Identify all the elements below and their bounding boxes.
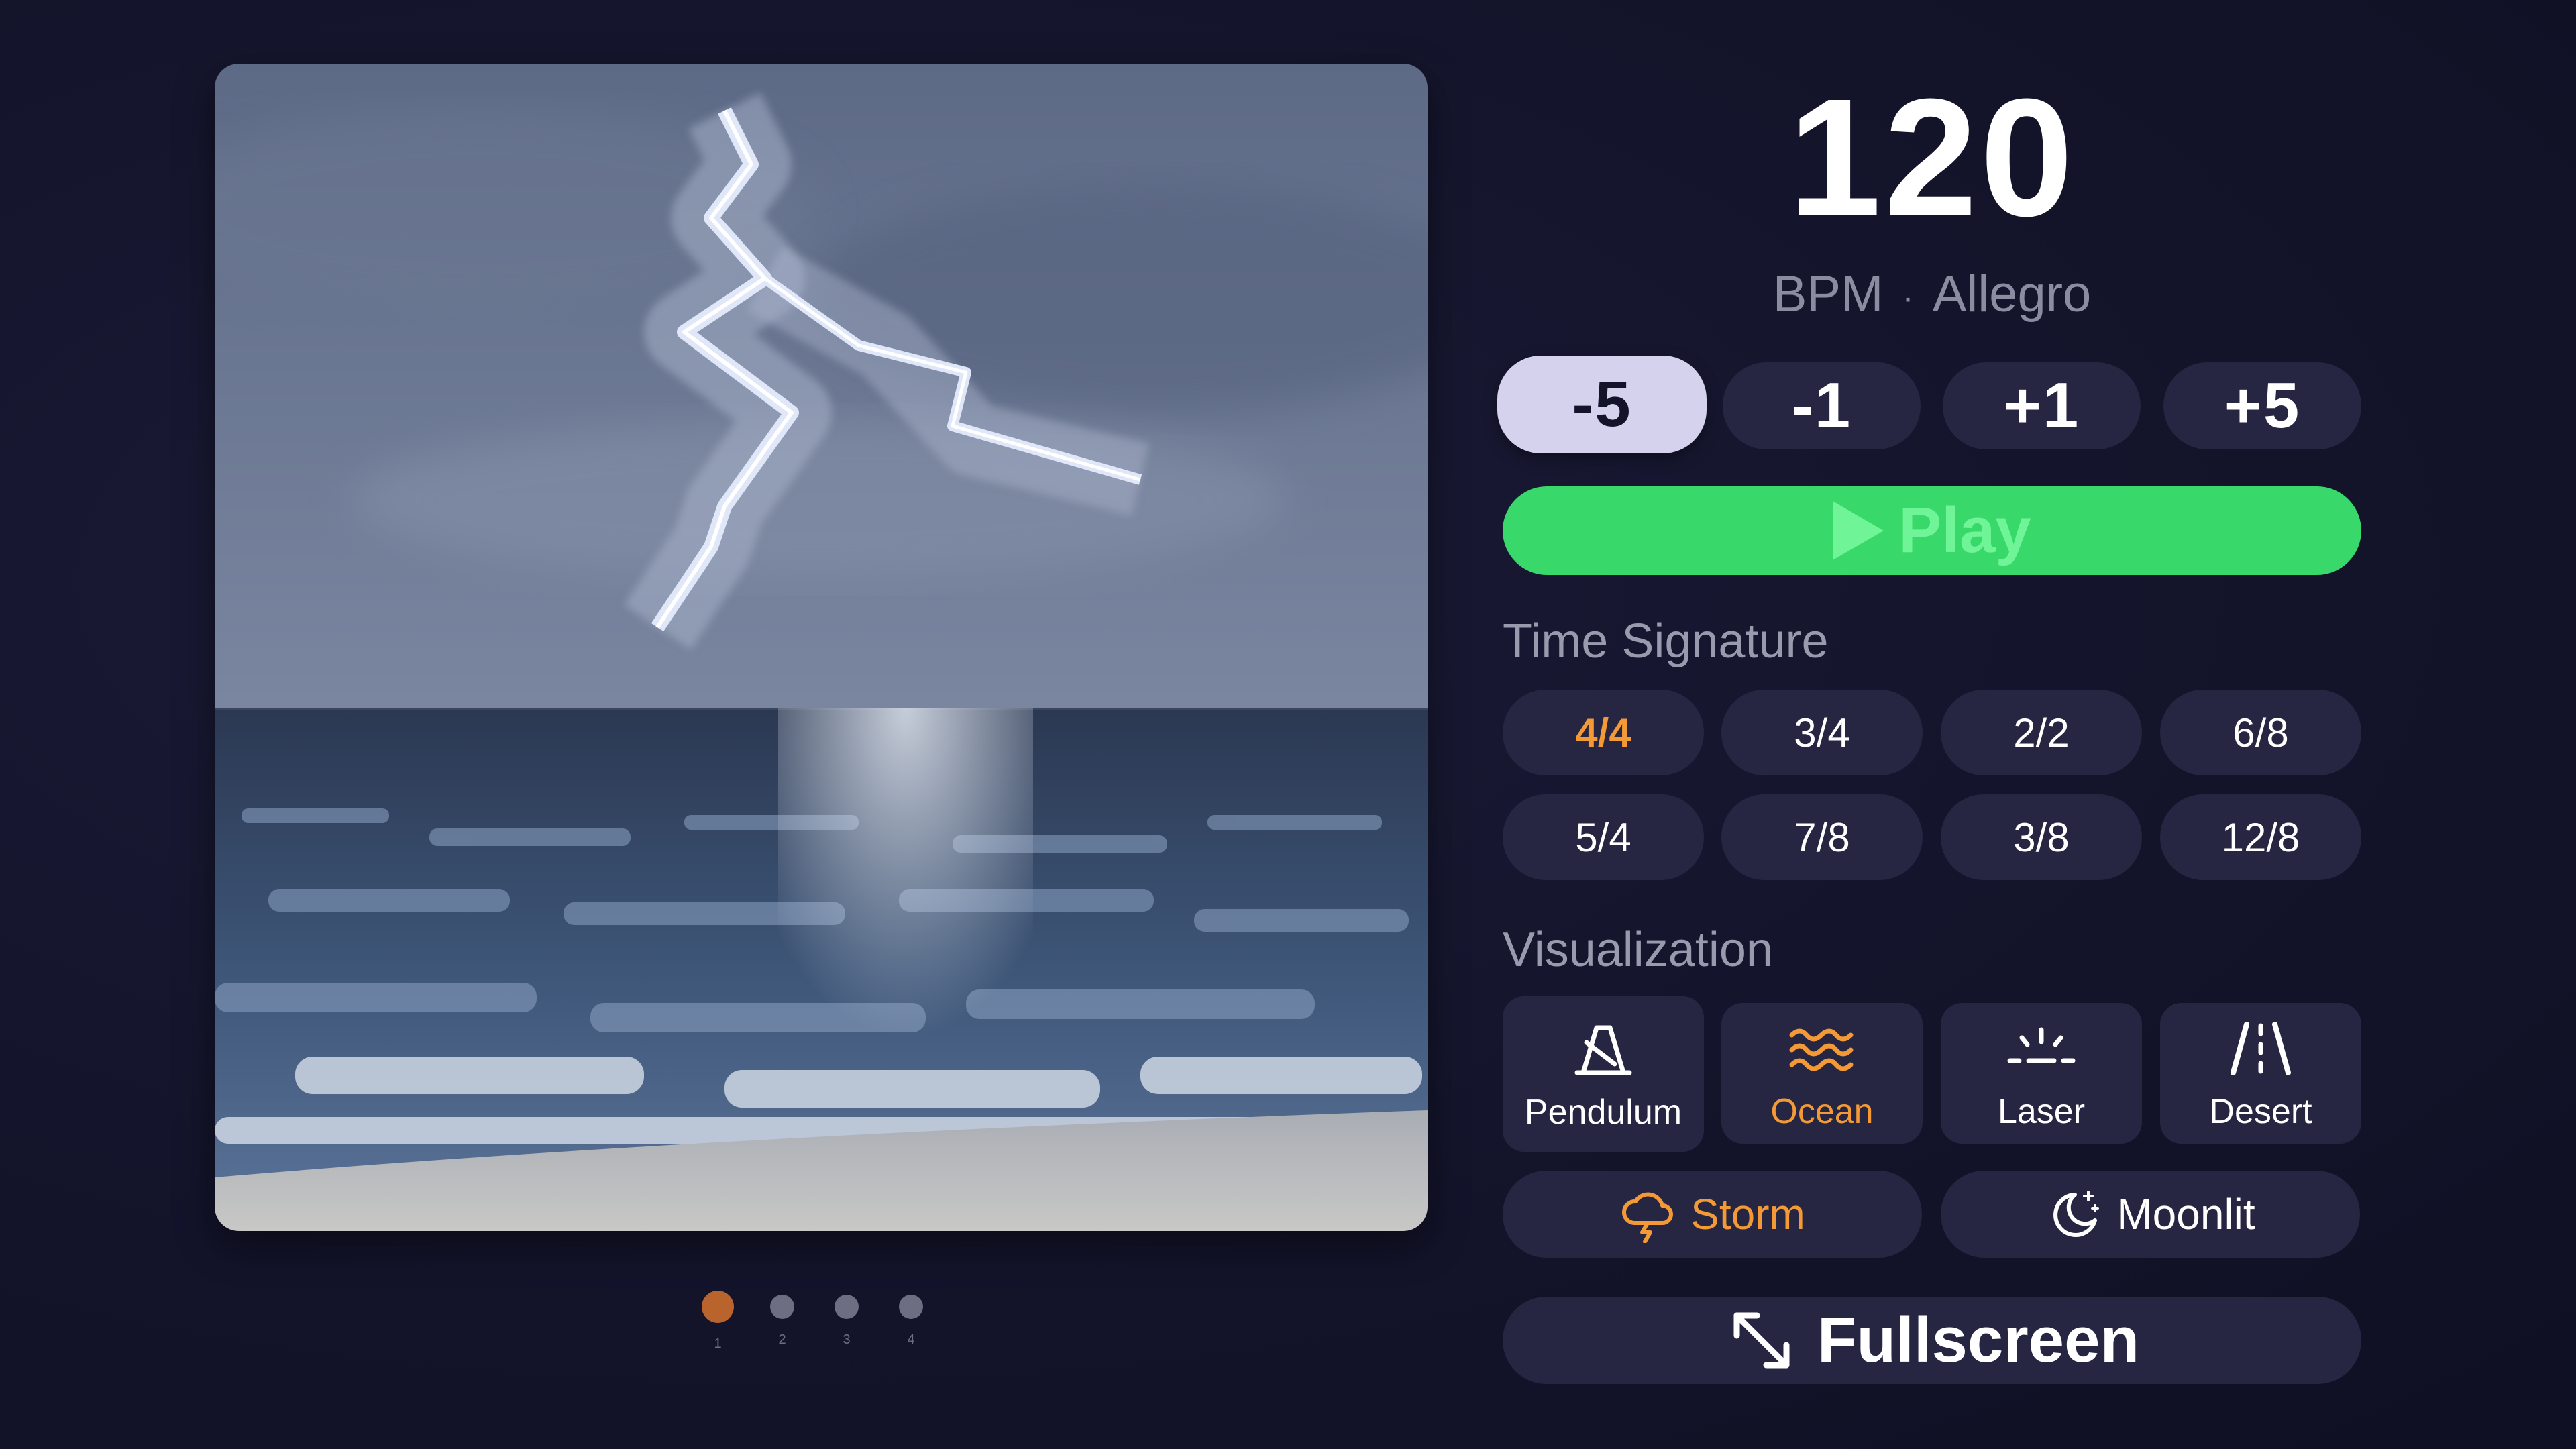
viz-desert-card[interactable]: Desert (2160, 1003, 2361, 1144)
plus-1-button[interactable]: +1 (1943, 362, 2141, 449)
time-signature-grid: 4/4 3/4 2/2 6/8 5/4 7/8 3/8 12/8 (1503, 690, 2361, 884)
page-number: 2 (778, 1332, 786, 1347)
page-dot-3[interactable]: 3 (826, 1295, 867, 1348)
metronome-app: 1 2 3 4 120 BPM · Allegro -5 -1 +1 +5 Play (0, 0, 2576, 1449)
viz-storm-button[interactable]: Storm (1503, 1171, 1922, 1258)
control-panel: 120 BPM · Allegro -5 -1 +1 +5 Play Time Si… (1497, 0, 2361, 1449)
sunrise-rays-icon (2007, 1027, 2076, 1063)
play-button[interactable]: Play (1503, 486, 2361, 575)
bpm-value: 120 (1788, 64, 2076, 251)
plus-5-button[interactable]: +5 (2163, 362, 2361, 449)
minus-5-button[interactable]: -5 (1497, 356, 1707, 453)
time-sig-3-4[interactable]: 3/4 (1721, 690, 1923, 775)
page-number: 3 (843, 1332, 851, 1347)
tempo-step-buttons: -5 -1 +1 +5 (1497, 356, 2361, 453)
visualization-title: Visualization (1503, 923, 1773, 977)
viz-moonlit-button[interactable]: Moonlit (1941, 1171, 2360, 1258)
page-dot-4[interactable]: 4 (891, 1295, 931, 1348)
expand-arrows-icon (1733, 1312, 1790, 1368)
page-dot[interactable] (770, 1295, 794, 1319)
viz-ocean-card[interactable]: Ocean (1721, 1003, 1923, 1144)
page-number: 4 (907, 1332, 915, 1347)
page-dot[interactable] (835, 1295, 859, 1319)
waves-icon (1789, 1028, 1854, 1071)
time-sig-12-8[interactable]: 12/8 (2160, 794, 2361, 880)
page-dot[interactable] (702, 1291, 734, 1323)
viz-label: Storm (1690, 1190, 1805, 1238)
visualization-preview[interactable] (215, 64, 1428, 1231)
viz-pendulum-card[interactable]: Pendulum (1503, 996, 1704, 1152)
viz-label: Ocean (1770, 1092, 1874, 1131)
time-sig-3-8[interactable]: 3/8 (1941, 794, 2142, 880)
viz-laser-card[interactable]: Laser (1941, 1003, 2142, 1144)
moon-stars-icon (2053, 1191, 2100, 1237)
page-indicator: 1 2 3 4 (698, 1291, 966, 1375)
viz-label: Moonlit (2116, 1190, 2255, 1238)
viz-label: Pendulum (1524, 1093, 1682, 1132)
cloud-lightning-icon (1622, 1192, 1674, 1243)
fullscreen-button[interactable]: Fullscreen (1503, 1297, 2361, 1384)
fullscreen-label: Fullscreen (1817, 1304, 2140, 1376)
play-icon (1833, 501, 1884, 560)
storm-ocean-scene (215, 64, 1428, 1231)
minus-1-button[interactable]: -1 (1723, 362, 1921, 449)
time-sig-7-8[interactable]: 7/8 (1721, 794, 1923, 880)
tempo-marking: Allegro (1932, 266, 2092, 323)
road-icon (2231, 1022, 2291, 1075)
metronome-icon (1574, 1025, 1632, 1075)
time-sig-6-8[interactable]: 6/8 (2160, 690, 2361, 775)
page-dot-1[interactable]: 1 (698, 1291, 738, 1352)
tempo-subtitle: BPM · Allegro (1503, 265, 2361, 323)
viz-label: Desert (2209, 1092, 2312, 1131)
play-label: Play (1898, 494, 2031, 566)
page-dot-2[interactable]: 2 (762, 1295, 802, 1348)
bpm-unit: BPM (1772, 266, 1884, 323)
time-signature-title: Time Signature (1503, 614, 1829, 668)
page-dot[interactable] (899, 1295, 923, 1319)
time-sig-4-4[interactable]: 4/4 (1503, 690, 1704, 775)
viz-label: Laser (1997, 1092, 2086, 1131)
time-sig-5-4[interactable]: 5/4 (1503, 794, 1704, 880)
time-sig-2-2[interactable]: 2/2 (1941, 690, 2142, 775)
separator: · (1902, 278, 1914, 317)
page-number: 1 (714, 1336, 722, 1351)
visualization-grid: Pendulum Ocean Laser Desert Storm Moonli… (1503, 996, 2361, 1265)
